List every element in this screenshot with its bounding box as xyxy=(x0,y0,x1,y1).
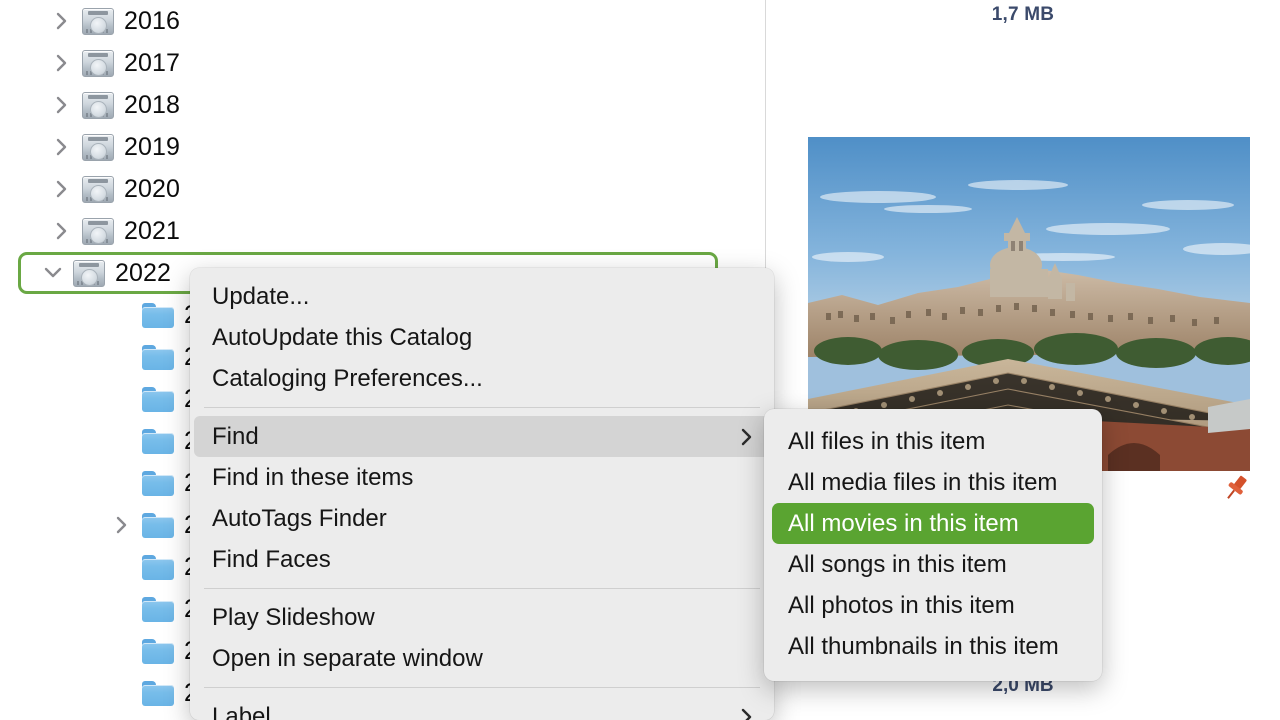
folder-icon xyxy=(142,513,174,538)
find-submenu[interactable]: All files in this item All media files in… xyxy=(764,409,1102,681)
hard-drive-icon xyxy=(82,92,114,119)
tree-row[interactable]: 2019 xyxy=(0,126,765,168)
find-submenu-list: All files in this item All media files in… xyxy=(764,421,1102,667)
chevron-right-icon[interactable] xyxy=(50,126,74,168)
tree-row[interactable]: 2017 xyxy=(0,42,765,84)
folder-icon xyxy=(142,471,174,496)
find-submenu-item[interactable]: All media files in this item xyxy=(772,462,1094,503)
chevron-right-icon xyxy=(110,630,134,672)
tree-row[interactable]: 2018 xyxy=(0,84,765,126)
context-menu-item-label: Open in separate window xyxy=(212,645,754,673)
find-submenu-item-label: All movies in this item xyxy=(788,510,1019,538)
folder-icon xyxy=(142,303,174,328)
hard-drive-icon xyxy=(82,134,114,161)
submenu-chevron-right-icon xyxy=(740,707,754,720)
chevron-right-icon xyxy=(110,420,134,462)
folder-icon xyxy=(142,555,174,580)
chevron-right-icon xyxy=(110,462,134,504)
context-menu[interactable]: Update... AutoUpdate this Catalog Catalogi… xyxy=(190,268,774,720)
chevron-right-icon xyxy=(110,672,134,714)
menu-separator xyxy=(204,687,760,688)
chevron-right-icon xyxy=(110,588,134,630)
menu-separator xyxy=(204,588,760,589)
context-menu-item-label: AutoUpdate this Catalog xyxy=(212,324,754,352)
hard-drive-icon xyxy=(82,8,114,35)
folder-icon xyxy=(142,387,174,412)
hard-drive-icon xyxy=(73,260,105,287)
pushpin-icon xyxy=(1221,473,1251,503)
find-submenu-item-label: All songs in this item xyxy=(788,551,1007,579)
find-submenu-item-label: All files in this item xyxy=(788,428,985,456)
chevron-right-icon[interactable] xyxy=(50,42,74,84)
submenu-chevron-right-icon xyxy=(740,427,754,447)
find-submenu-item[interactable]: All photos in this item xyxy=(772,585,1094,626)
menu-separator xyxy=(204,407,760,408)
context-menu-item-label: Cataloging Preferences... xyxy=(212,365,754,393)
context-menu-item-label: Find in these items xyxy=(212,464,754,492)
find-submenu-item[interactable]: All thumbnails in this item xyxy=(772,626,1094,667)
context-menu-item-label: Update... xyxy=(212,283,754,311)
hard-drive-icon xyxy=(82,50,114,77)
tree-row-label: 2019 xyxy=(124,133,180,162)
chevron-right-icon xyxy=(110,336,134,378)
chevron-right-icon[interactable] xyxy=(110,504,134,546)
chevron-right-icon[interactable] xyxy=(50,210,74,252)
chevron-right-icon xyxy=(110,546,134,588)
folder-icon xyxy=(142,597,174,622)
context-menu-item[interactable]: Find in these items xyxy=(194,457,770,498)
tree-row-label: 2021 xyxy=(124,217,180,246)
context-menu-item-label: Find Faces xyxy=(212,546,754,574)
tree-row-label: 2017 xyxy=(124,49,180,78)
find-submenu-item-label: All thumbnails in this item xyxy=(788,633,1059,661)
context-menu-item[interactable]: Open in separate window xyxy=(194,638,770,679)
context-menu-item-label: Label xyxy=(212,703,740,720)
find-submenu-item-label: All photos in this item xyxy=(788,592,1015,620)
tree-row-label: 2020 xyxy=(124,175,180,204)
chevron-down-icon[interactable] xyxy=(41,252,65,294)
hard-drive-icon xyxy=(82,218,114,245)
context-menu-item[interactable]: Cataloging Preferences... xyxy=(194,358,770,399)
context-menu-item-label: Play Slideshow xyxy=(212,604,754,632)
tree-row-label: 2016 xyxy=(124,7,180,36)
app-window: 2016201720182019202020212022202202202202… xyxy=(0,0,1280,720)
tree-row[interactable]: 2021 xyxy=(0,210,765,252)
chevron-right-icon[interactable] xyxy=(50,84,74,126)
context-menu-item[interactable]: AutoUpdate this Catalog xyxy=(194,317,770,358)
context-menu-item[interactable]: Play Slideshow xyxy=(194,597,770,638)
context-menu-item-label: Find xyxy=(212,423,740,451)
find-submenu-item[interactable]: All files in this item xyxy=(772,421,1094,462)
chevron-right-icon xyxy=(110,378,134,420)
context-menu-item[interactable]: Find xyxy=(194,416,770,457)
find-submenu-item[interactable]: All songs in this item xyxy=(772,544,1094,585)
tree-row-label: 2022 xyxy=(115,259,171,288)
tree-row[interactable]: 2016 xyxy=(0,0,765,42)
context-menu-item[interactable]: Find Faces xyxy=(194,539,770,580)
tree-row-label: 2018 xyxy=(124,91,180,120)
folder-icon xyxy=(142,681,174,706)
context-menu-item[interactable]: Label xyxy=(194,696,770,720)
context-menu-item[interactable]: Update... xyxy=(194,276,770,317)
chevron-right-icon[interactable] xyxy=(50,0,74,42)
chevron-right-icon xyxy=(110,294,134,336)
chevron-right-icon[interactable] xyxy=(50,168,74,210)
context-menu-item[interactable]: AutoTags Finder xyxy=(194,498,770,539)
hard-drive-icon xyxy=(82,176,114,203)
tree-row[interactable]: 2020 xyxy=(0,168,765,210)
find-submenu-item-label: All media files in this item xyxy=(788,469,1057,497)
folder-icon xyxy=(142,429,174,454)
file-size-top: 1,7 MB xyxy=(766,4,1280,26)
context-menu-list: Update... AutoUpdate this Catalog Catalogi… xyxy=(190,276,774,720)
folder-icon xyxy=(142,345,174,370)
folder-icon xyxy=(142,639,174,664)
find-submenu-item[interactable]: All movies in this item xyxy=(772,503,1094,544)
context-menu-item-label: AutoTags Finder xyxy=(212,505,754,533)
